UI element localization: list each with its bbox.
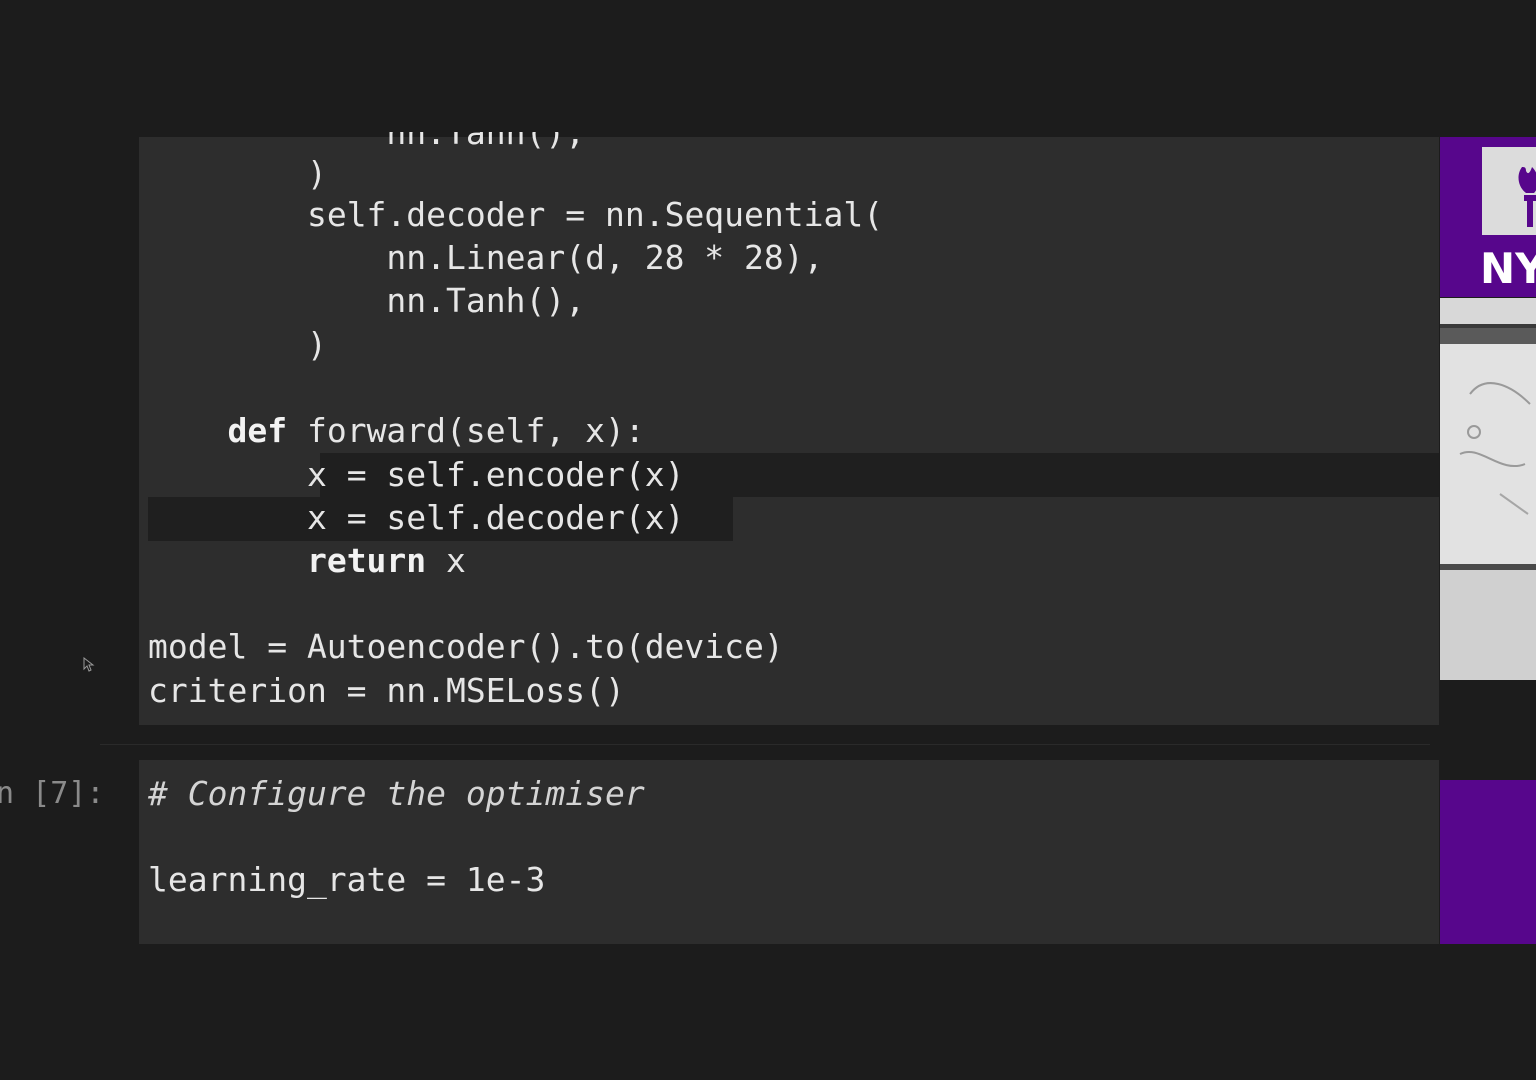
cell-divider: [100, 744, 1430, 745]
code-line: criterion = nn.MSELoss(): [148, 671, 625, 710]
cell-prompt: In [7]:: [0, 776, 105, 811]
nyu-logo-text: NYU: [1480, 244, 1536, 293]
brand-color-bar: [1440, 780, 1536, 944]
code-line: self.decoder = nn.Sequential(: [306, 195, 884, 234]
code-line: x = self.decoder(x): [306, 498, 685, 537]
code-line: learning_rate = 1e-3: [148, 860, 546, 899]
code-line: nn.Tanh(),: [386, 281, 586, 320]
code-line: nn.Tanh(),: [386, 113, 586, 152]
code-line: x = self.encoder(x): [306, 455, 685, 494]
code-line: nn.Linear(d, 28 * 28),: [386, 238, 824, 277]
lecture-video-feed: [1440, 298, 1536, 680]
code-line: model = Autoencoder().to(device): [148, 627, 784, 666]
code-line-return: return x: [306, 541, 466, 580]
code-line: ): [306, 325, 327, 364]
code-line-def-forward: def forward(self, x):: [227, 411, 645, 450]
torch-icon: [1482, 147, 1536, 235]
nyu-logo-panel: NYU: [1440, 137, 1536, 297]
mouse-pointer-icon: [83, 656, 95, 677]
code-line: ): [306, 154, 327, 193]
code-line-comment: # Configure the optimiser: [148, 774, 645, 813]
